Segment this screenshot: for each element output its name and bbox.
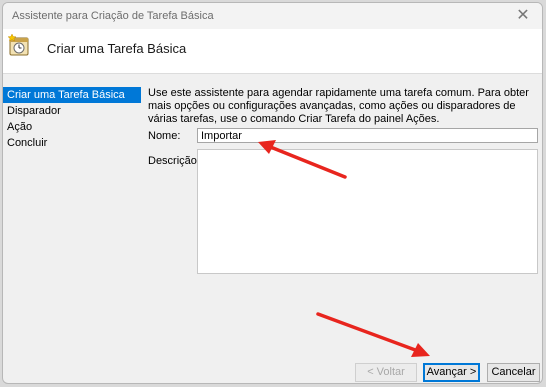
sidebar-item-disparador[interactable]: Disparador — [3, 103, 141, 119]
sidebar-item-acao[interactable]: Ação — [3, 119, 141, 135]
wizard-steps-sidebar: Criar uma Tarefa Básica Disparador Ação … — [3, 87, 141, 287]
back-button[interactable]: < Voltar — [355, 363, 417, 382]
title-bar: Assistente para Criação de Tarefa Básica… — [3, 3, 542, 30]
task-scheduler-icon — [7, 33, 33, 59]
window-title: Assistente para Criação de Tarefa Básica — [12, 10, 214, 22]
cancel-button[interactable]: Cancelar — [487, 363, 540, 382]
description-label: Descrição: — [148, 155, 200, 167]
close-icon[interactable]: ✕ — [512, 6, 534, 26]
name-input[interactable] — [197, 128, 538, 143]
description-textarea[interactable] — [197, 149, 538, 274]
name-label: Nome: — [148, 130, 181, 142]
main-panel: Use este assistente para agendar rapidam… — [148, 87, 541, 126]
sidebar-item-concluir[interactable]: Concluir — [3, 135, 141, 151]
sidebar-item-criar-tarefa[interactable]: Criar uma Tarefa Básica — [3, 87, 141, 103]
next-button[interactable]: Avançar > — [423, 363, 480, 382]
wizard-description: Use este assistente para agendar rapidam… — [148, 87, 529, 125]
wizard-header: Criar uma Tarefa Básica — [3, 29, 542, 74]
page-title: Criar uma Tarefa Básica — [47, 41, 187, 56]
